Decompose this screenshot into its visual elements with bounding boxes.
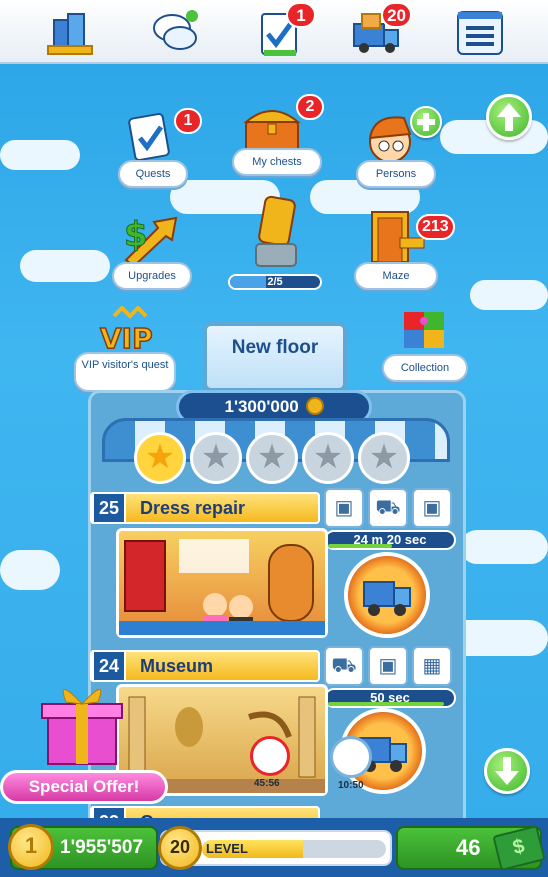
chat-icon[interactable] bbox=[150, 6, 202, 58]
level-indicator[interactable]: LEVEL 20 bbox=[158, 826, 392, 870]
menu-list-icon[interactable] bbox=[454, 6, 506, 58]
cloud bbox=[470, 280, 548, 310]
key-progress-text: 2/5 bbox=[267, 276, 283, 288]
floor-timer-fill bbox=[328, 544, 392, 548]
top-bar: 1 20 bbox=[0, 0, 548, 64]
cash-value: 46 bbox=[456, 835, 481, 860]
truck-icon[interactable]: ⛟ bbox=[368, 488, 408, 528]
upgrades-dollar-icon[interactable]: $ bbox=[118, 210, 184, 268]
cash-register-icon[interactable]: ▣ bbox=[368, 646, 408, 686]
dress-repair-illustration bbox=[119, 539, 325, 635]
special-offer-button[interactable]: Special Offer! bbox=[0, 770, 168, 804]
dress-repair-scene[interactable] bbox=[116, 528, 328, 638]
persons-button[interactable]: Persons bbox=[356, 160, 436, 188]
upgrades-button[interactable]: Upgrades bbox=[112, 262, 192, 290]
vip-badge-icon[interactable]: VIP bbox=[94, 305, 164, 356]
floor-name: Museum bbox=[140, 656, 214, 676]
vip-quest-label: VIP visitor's quest bbox=[81, 359, 169, 371]
floor-timer-fill bbox=[328, 702, 444, 706]
arrow-down-icon bbox=[495, 757, 519, 785]
visitor-timer: 10:50 bbox=[338, 780, 364, 791]
maze-button[interactable]: Maze bbox=[354, 262, 438, 290]
delivery-truck-icon bbox=[363, 581, 411, 616]
key-progress-bar: 2/5 bbox=[228, 274, 322, 290]
visitor-bubble[interactable] bbox=[330, 736, 372, 778]
truck-icon[interactable]: ⛟ bbox=[324, 646, 364, 686]
chests-menu-badge: 2 bbox=[296, 94, 324, 120]
cloud bbox=[20, 250, 110, 282]
arrow-up-icon bbox=[497, 103, 521, 131]
gift-box-icon[interactable] bbox=[36, 676, 128, 768]
coin-icon bbox=[305, 397, 324, 415]
level-label: LEVEL bbox=[206, 841, 248, 856]
star-icon: ★ bbox=[358, 432, 410, 484]
star-icon: ★ bbox=[190, 432, 242, 484]
cash-register-icon[interactable]: ▣ bbox=[324, 488, 364, 528]
treasure-chest-icon[interactable] bbox=[240, 100, 304, 154]
floor-timer: 50 sec bbox=[324, 688, 456, 708]
new-floor-label: New floor bbox=[231, 337, 319, 358]
collection-button[interactable]: Collection bbox=[382, 354, 468, 382]
coins-value: 1'955'507 bbox=[60, 837, 144, 858]
box-add-icon[interactable]: ▦ bbox=[412, 646, 452, 686]
maze-door-icon[interactable] bbox=[366, 208, 428, 266]
coins-counter[interactable]: 1 1'955'507 bbox=[8, 824, 158, 870]
scroll-up-button[interactable] bbox=[486, 94, 532, 140]
new-floor-price-value: 1'300'000 bbox=[224, 397, 299, 416]
cloud bbox=[0, 550, 60, 590]
bottom-bar: 1 1'955'507 LEVEL 20 46 $ bbox=[0, 818, 548, 877]
floor-name: Dress repair bbox=[140, 498, 246, 518]
quests-clipboard-icon[interactable] bbox=[124, 112, 180, 162]
new-floor-sign[interactable]: New floor bbox=[203, 322, 347, 392]
game-screen: 1 20 1 Quests 2 My chests Persons $ Upgr… bbox=[0, 0, 548, 877]
key-vault-icon[interactable] bbox=[246, 194, 306, 270]
my-chests-button[interactable]: My chests bbox=[232, 148, 322, 176]
quests-icon[interactable]: 1 bbox=[254, 2, 316, 58]
money-stack-icon: $ bbox=[492, 824, 546, 872]
cash-counter[interactable]: 46 $ bbox=[396, 824, 546, 872]
plus-icon bbox=[417, 113, 435, 131]
svg-text:VIP: VIP bbox=[100, 322, 153, 352]
delivery-truck-icon[interactable]: 20 bbox=[350, 2, 412, 58]
cloud bbox=[460, 530, 548, 564]
maze-menu-badge: 213 bbox=[416, 214, 455, 240]
scroll-down-button[interactable] bbox=[484, 748, 530, 794]
delivery-truck-button[interactable] bbox=[344, 552, 430, 638]
quests-badge: 1 bbox=[286, 2, 316, 28]
floor-number: 25 bbox=[92, 492, 126, 524]
visitor-timer: 45:56 bbox=[254, 778, 280, 789]
quests-menu-badge: 1 bbox=[174, 108, 202, 134]
level-number: 20 bbox=[158, 826, 202, 870]
vip-quest-button[interactable]: VIP visitor's quest bbox=[74, 352, 176, 392]
floor-timer: 24 m 20 sec bbox=[324, 530, 456, 550]
svg-text:$: $ bbox=[124, 215, 148, 255]
star-icon: ★ bbox=[246, 432, 298, 484]
star-icon: ★ bbox=[302, 432, 354, 484]
cloud bbox=[0, 140, 80, 170]
delivery-badge: 20 bbox=[381, 2, 412, 28]
city-buildings-icon[interactable] bbox=[44, 6, 96, 58]
coin-icon: 1 bbox=[8, 824, 54, 870]
star-icon-filled: ★ bbox=[134, 432, 186, 484]
visitor-timer-bubble[interactable] bbox=[250, 736, 290, 776]
quests-button[interactable]: Quests bbox=[118, 160, 188, 188]
puzzle-collection-icon[interactable] bbox=[400, 308, 450, 354]
add-person-button[interactable] bbox=[410, 106, 442, 138]
cash-register-icon[interactable]: ▣ bbox=[412, 488, 452, 528]
